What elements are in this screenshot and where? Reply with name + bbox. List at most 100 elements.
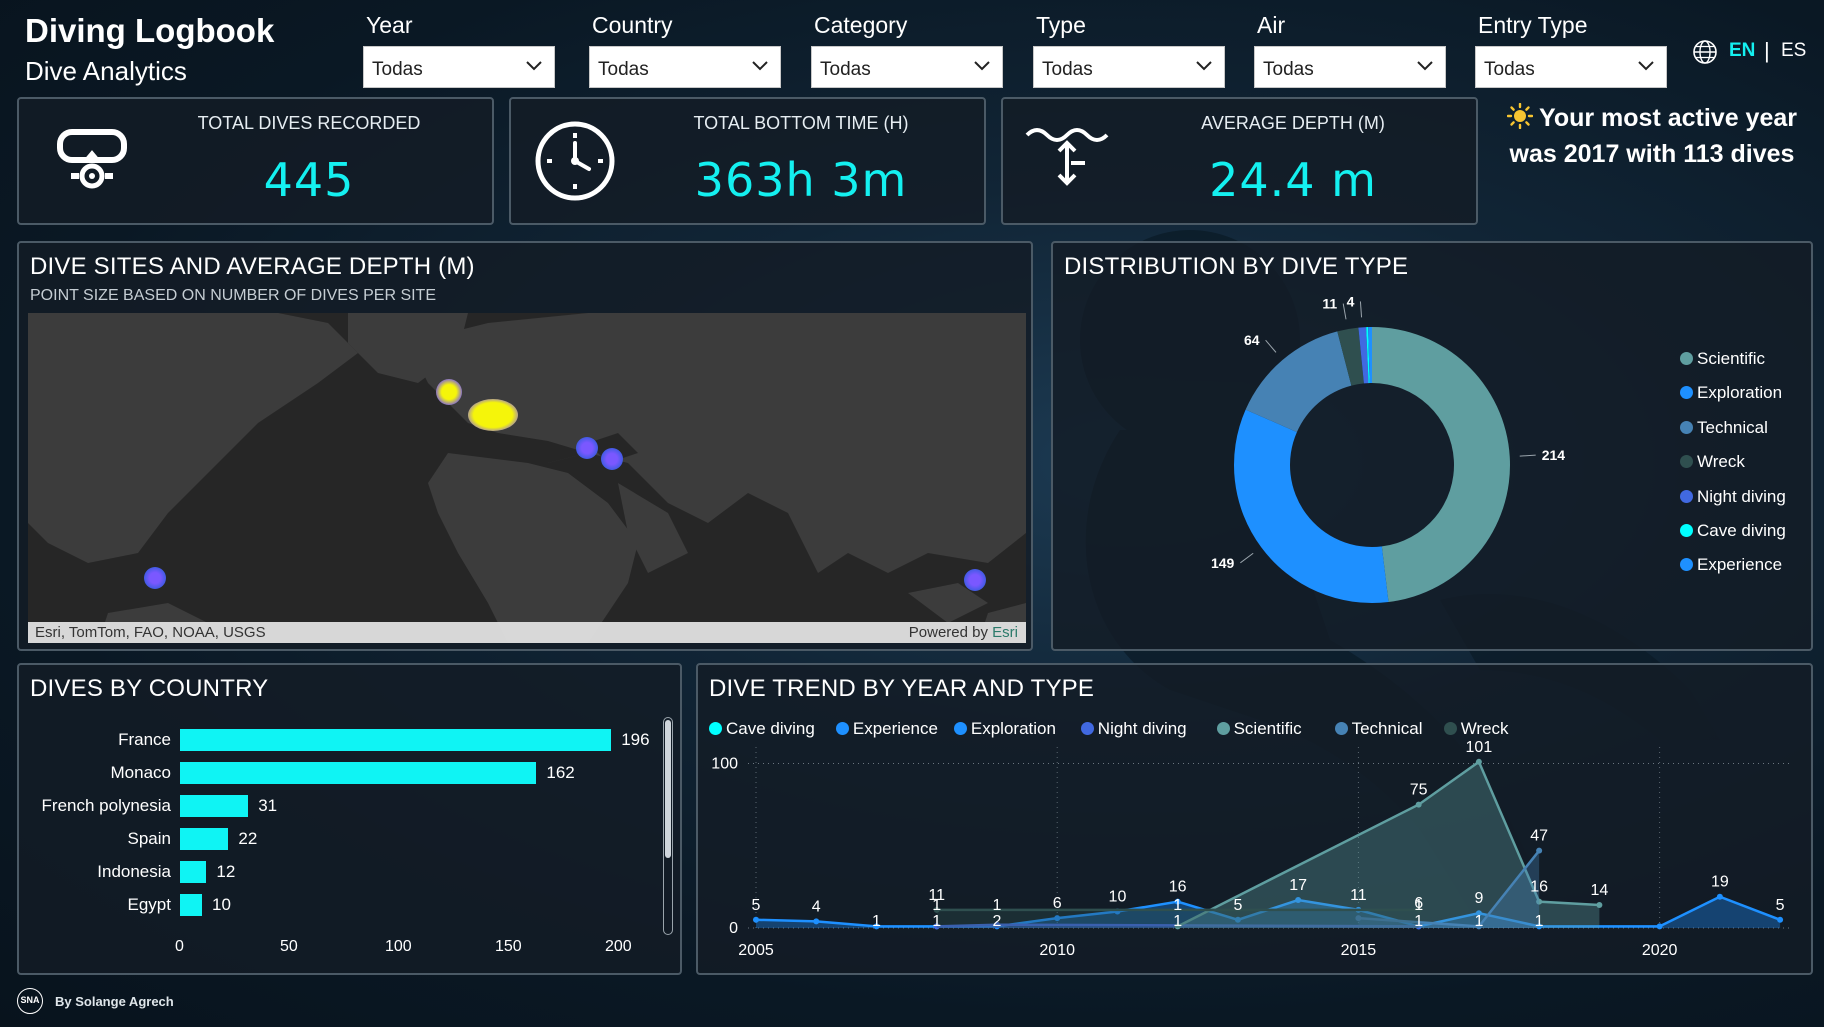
- filter-label: Entry Type: [1478, 12, 1588, 38]
- trend-data-label: 4: [812, 898, 821, 915]
- powered-by: Powered by Esri: [909, 624, 1018, 641]
- data-label-leader: [1240, 552, 1254, 564]
- globe-icon: [1693, 40, 1717, 64]
- point-scientific[interactable]: [1475, 758, 1482, 765]
- select-value: Todas: [1042, 59, 1093, 80]
- point-exploration[interactable]: [1777, 916, 1784, 923]
- trend-data-label: 17: [1289, 877, 1307, 894]
- bar-category-label: France: [118, 730, 171, 749]
- trend-data-label: 1: [932, 913, 941, 930]
- legend-marker: [1680, 489, 1693, 503]
- point-exploration[interactable]: [1716, 893, 1723, 900]
- country-bar-chart: France 196 Monaco 162 French polynesia 31 Spai…: [19, 665, 659, 977]
- lang-en-button[interactable]: EN: [1729, 40, 1755, 62]
- scrollbar-thumb[interactable]: [665, 720, 671, 858]
- donut-data-label: 214: [1542, 447, 1566, 463]
- x-axis-tick: 2010: [1039, 942, 1075, 959]
- world-map[interactable]: Esri, TomTom, FAO, NOAA, USGS Powered by…: [28, 313, 1026, 643]
- dive-type-distribution-panel: DISTRIBUTION BY DIVE TYPE 214 149 64 11 4 Sc…: [1051, 241, 1813, 651]
- logo-text: SNA: [20, 995, 40, 1005]
- bar-indonesia[interactable]: [180, 861, 207, 883]
- trend-data-label: 2: [993, 913, 1002, 930]
- donut-slice-exploration[interactable]: [1234, 409, 1389, 603]
- kpi-value: 24.4 m: [1209, 153, 1377, 207]
- select-value: Todas: [1484, 59, 1535, 80]
- y-axis-tick: 0: [729, 920, 738, 937]
- chevron-down-icon: [526, 61, 542, 71]
- bar-egypt[interactable]: [180, 894, 202, 916]
- legend-marker: [1680, 352, 1693, 365]
- year-select[interactable]: Todas: [363, 46, 555, 88]
- lang-es-button[interactable]: ES: [1781, 40, 1806, 62]
- legend-label: Wreck: [1697, 452, 1745, 472]
- select-value: Todas: [820, 59, 871, 80]
- donut-slice-scientific[interactable]: [1372, 327, 1510, 603]
- dive-site-point[interactable]: [601, 448, 623, 470]
- sun-icon: [1506, 102, 1534, 130]
- legend-item-exploration[interactable]: Exploration: [1680, 383, 1782, 403]
- dive-site-point[interactable]: [436, 379, 462, 405]
- bar-value-label: 196: [621, 730, 650, 749]
- highlight-text: Your most active year was 2017 with 113 …: [1509, 104, 1797, 168]
- legend-item-cave-diving[interactable]: Cave diving: [1680, 521, 1786, 541]
- legend-marker: [1680, 420, 1693, 434]
- bar-monaco[interactable]: [180, 762, 537, 784]
- kpi-card-total-dives: TOTAL DIVES RECORDED 445: [17, 97, 494, 225]
- country-select[interactable]: Todas: [589, 46, 781, 88]
- most-active-year-highlight: Your most active year was 2017 with 113 …: [1492, 100, 1812, 172]
- point-exploration[interactable]: [813, 918, 820, 925]
- legend-label: Technical: [1697, 417, 1768, 437]
- depth-arrow-icon: [1025, 128, 1109, 186]
- bar-value-label: 31: [258, 796, 278, 815]
- scrollbar[interactable]: [663, 717, 673, 935]
- dive-trend-panel: DIVE TREND BY YEAR AND TYPE Cave diving E…: [696, 663, 1813, 975]
- chevron-down-icon: [1417, 61, 1433, 71]
- bar-france[interactable]: [180, 729, 612, 751]
- trend-data-label: 6: [1053, 895, 1062, 912]
- point-exploration[interactable]: [753, 916, 759, 923]
- legend-marker: [1680, 558, 1693, 572]
- bar-category-label: Spain: [127, 829, 171, 848]
- trend-data-label: 101: [1466, 739, 1493, 756]
- bar-french-polynesia[interactable]: [180, 795, 249, 817]
- kpi-label: AVERAGE DEPTH (M): [1201, 113, 1385, 133]
- bar-spain[interactable]: [180, 828, 229, 850]
- clock-icon: [535, 121, 615, 201]
- dive-site-point[interactable]: [964, 569, 986, 591]
- air-select[interactable]: Todas: [1254, 46, 1446, 88]
- type-select[interactable]: Todas: [1033, 46, 1225, 88]
- legend-item-night-diving[interactable]: Night diving: [1680, 487, 1786, 507]
- dive-site-point[interactable]: [468, 399, 518, 431]
- chevron-down-icon: [974, 61, 990, 71]
- trend-data-label: 47: [1530, 828, 1548, 845]
- trend-data-label: 5: [1776, 897, 1785, 914]
- powered-by-prefix: Powered by: [908, 624, 993, 641]
- trend-data-label: 19: [1711, 874, 1729, 891]
- legend-item-technical[interactable]: Technical: [1680, 418, 1768, 438]
- x-axis-tick: 150: [495, 938, 522, 955]
- dive-site-point[interactable]: [144, 567, 166, 589]
- trend-data-label: 16: [1530, 879, 1548, 896]
- trend-data-label: 16: [1169, 879, 1187, 896]
- point-scientific[interactable]: [1596, 901, 1603, 908]
- legend-item-scientific[interactable]: Scientific: [1680, 349, 1765, 369]
- esri-link[interactable]: Esri: [992, 624, 1018, 641]
- dives-by-country-panel: DIVES BY COUNTRY France 196 Monaco 162 Frenc…: [17, 663, 682, 975]
- point-scientific[interactable]: [1415, 801, 1422, 808]
- legend-marker: [1680, 524, 1693, 537]
- legend-item-wreck[interactable]: Wreck: [1680, 452, 1745, 472]
- category-select[interactable]: Todas: [811, 46, 1003, 88]
- point-technical[interactable]: [1536, 847, 1543, 854]
- trend-data-label: 6: [1414, 895, 1423, 912]
- legend-item-experience[interactable]: Experience: [1680, 555, 1782, 575]
- donut-data-label: 4: [1347, 293, 1355, 309]
- trend-data-label: 10: [1109, 889, 1127, 906]
- x-axis-tick: 2015: [1341, 942, 1377, 959]
- entry-type-select[interactable]: Todas: [1475, 46, 1667, 88]
- point-exploration[interactable]: [1656, 923, 1663, 930]
- donut-data-label: 149: [1211, 555, 1235, 571]
- x-axis-tick: 2005: [738, 942, 774, 959]
- dive-site-point[interactable]: [576, 437, 598, 459]
- data-label-leader: [1342, 303, 1347, 320]
- y-axis-tick: 100: [711, 755, 738, 772]
